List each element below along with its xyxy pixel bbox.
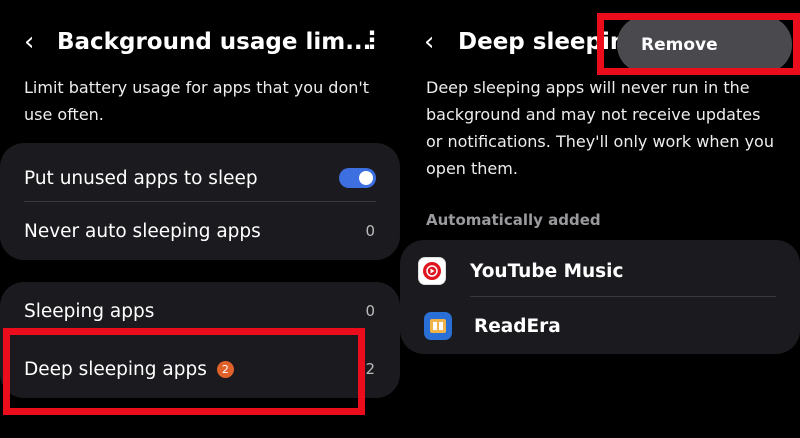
- row-count: 0: [365, 302, 375, 320]
- more-options-icon[interactable]: ⋮: [360, 28, 384, 52]
- put-unused-apps-to-sleep-row[interactable]: Put unused apps to sleep: [0, 155, 400, 201]
- divider: [470, 296, 776, 297]
- never-auto-sleeping-apps-row[interactable]: Never auto sleeping apps 0: [0, 208, 400, 254]
- description-line: open them.: [426, 159, 518, 178]
- section-label: Automatically added: [426, 211, 601, 229]
- right-header: ‹: [424, 22, 434, 62]
- row-label: Sleeping apps: [24, 300, 155, 322]
- left-header: ‹: [24, 22, 34, 62]
- description-line: Deep sleeping apps will never run in the: [426, 78, 750, 97]
- row-count: 2: [365, 360, 375, 378]
- row-count: 0: [365, 222, 375, 240]
- highlight-box-remove: [597, 13, 800, 75]
- back-arrow-icon[interactable]: ‹: [424, 29, 434, 55]
- highlight-box-deep-sleeping: [3, 328, 365, 415]
- toggle-knob: [359, 171, 373, 185]
- left-title-wrap: Background usage lim...: [57, 22, 371, 62]
- description-line: use often.: [24, 105, 104, 124]
- page-title: Background usage lim...: [57, 29, 372, 55]
- put-unused-apps-to-sleep-toggle[interactable]: [339, 168, 376, 188]
- description-line: Limit battery usage for apps that you do…: [24, 78, 370, 97]
- divider: [24, 201, 376, 202]
- description-line: background and may not receive updates: [426, 105, 761, 124]
- row-label: Never auto sleeping apps: [24, 220, 261, 242]
- description: Deep sleeping apps will never run in the…: [426, 74, 774, 182]
- settings-card-1: Put unused apps to sleep Never auto slee…: [0, 143, 400, 260]
- back-arrow-icon[interactable]: ‹: [24, 29, 34, 55]
- app-row-youtube-music[interactable]: YouTube Music: [400, 248, 800, 294]
- readera-icon: [424, 312, 452, 340]
- apps-list-card: YouTube Music ReadEra: [400, 240, 800, 354]
- description-line: or notifications. They'll only work when…: [426, 132, 774, 151]
- description: Limit battery usage for apps that you do…: [24, 74, 369, 128]
- row-label: Put unused apps to sleep: [24, 167, 258, 189]
- app-name: YouTube Music: [470, 260, 624, 282]
- app-name: ReadEra: [474, 315, 561, 337]
- youtube-music-icon: [418, 257, 446, 285]
- app-row-readera[interactable]: ReadEra: [400, 303, 800, 349]
